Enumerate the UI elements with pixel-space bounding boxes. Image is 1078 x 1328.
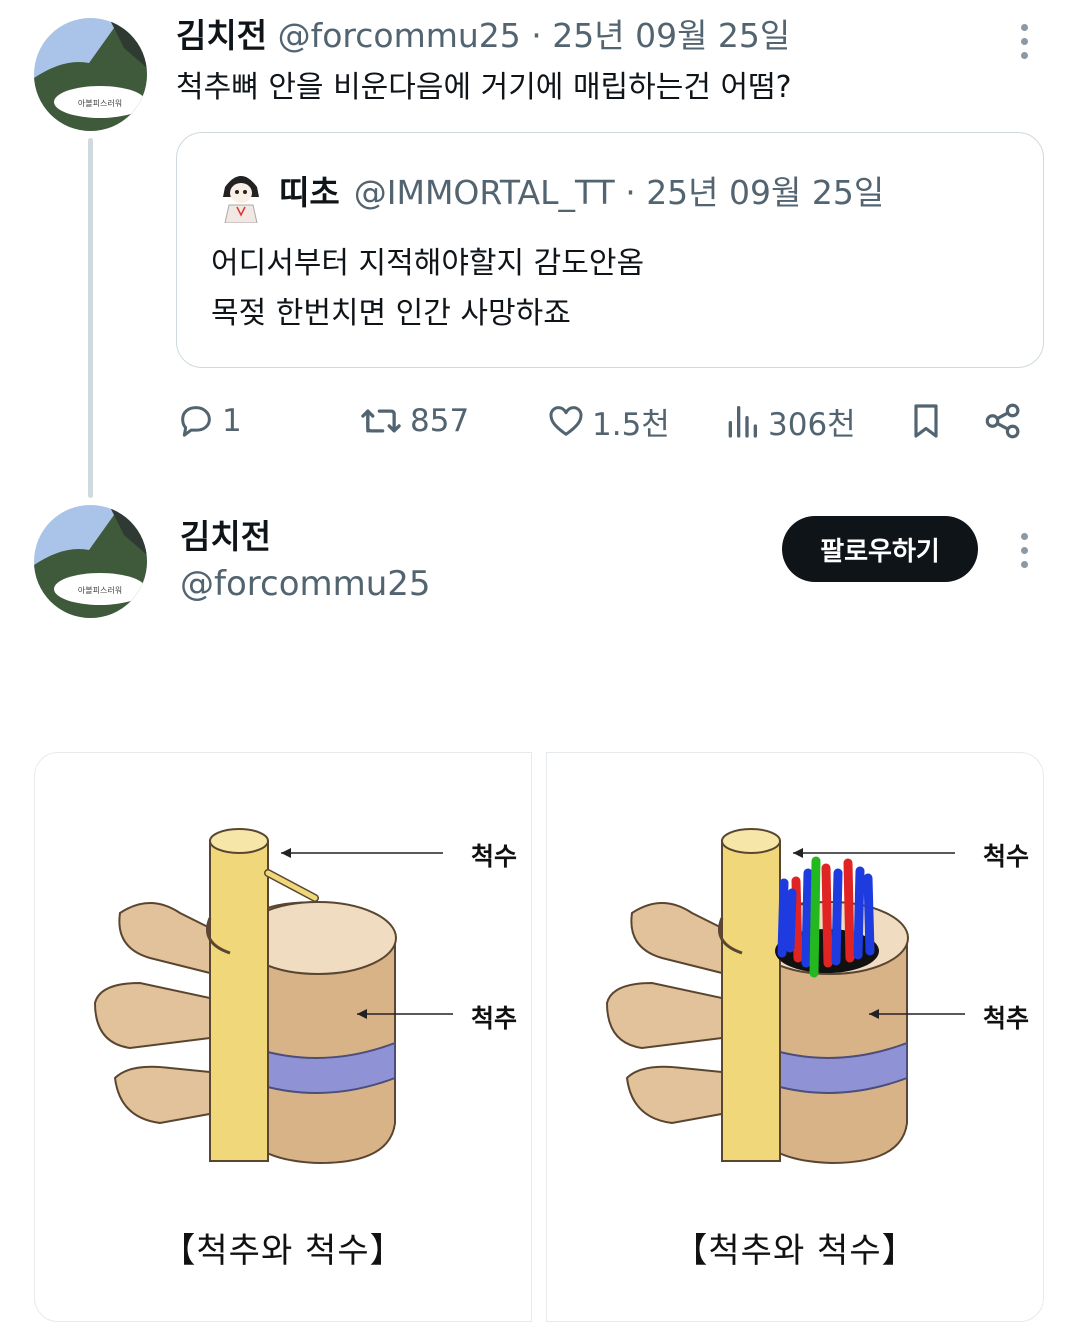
action-bar: 1 857 1.5천 306천 [0, 398, 1078, 444]
like-button[interactable]: 1.5천 [546, 398, 670, 444]
quoted-text: 어디서부터 지적해야할지 감도안옴 목젖 한번치면 인간 사망하죠 [211, 239, 644, 339]
media-image-right[interactable]: 척수 척추 【척추와 척수】 [546, 752, 1044, 1322]
tweet-text: 척추뼈 안을 비운다음에 거기에 매립하는건 어떰? [176, 70, 792, 105]
quoted-line: 목젖 한번치면 인간 사망하죠 [211, 296, 571, 331]
retweet-button[interactable]: 857 [358, 398, 469, 444]
profile-name[interactable]: 김치전 [180, 515, 271, 559]
follow-button[interactable]: 팔로우하기 [782, 516, 978, 582]
tweet-header: 김치전 @forcommu25 · 25년 09월 25일 [176, 14, 790, 58]
view-count: 306천 [768, 406, 856, 443]
author-name[interactable]: 김치전 [176, 16, 267, 55]
like-count: 1.5천 [592, 406, 670, 443]
share-icon [985, 403, 1020, 439]
views-button[interactable]: 306천 [722, 398, 856, 444]
reply-button[interactable]: 1 [176, 398, 242, 444]
tweet-date[interactable]: · 25년 09월 25일 [521, 16, 790, 55]
avatar-badge: 아볼피스러워 [78, 585, 122, 595]
quoted-avatar [217, 167, 265, 224]
media-image-left[interactable]: 척수 척추 【척추와 척수】 [34, 752, 532, 1322]
label-spinal-cord: 척수 [471, 842, 518, 871]
bookmark-button[interactable] [906, 398, 946, 444]
profile-handle[interactable]: @forcommu25 [180, 562, 431, 606]
share-button[interactable] [982, 398, 1024, 444]
avatar[interactable]: 아볼피스러워 [34, 18, 147, 131]
views-icon [728, 406, 757, 438]
label-spinal-cord: 척수 [983, 842, 1030, 871]
reply-count: 1 [222, 403, 242, 439]
quoted-date[interactable]: · 25년 09월 25일 [615, 173, 884, 212]
quoted-line: 어디서부터 지적해야할지 감도안옴 [211, 246, 645, 281]
bookmark-icon [914, 404, 938, 438]
author-handle[interactable]: @forcommu25 [278, 16, 521, 55]
label-spine: 척추 [471, 1004, 518, 1033]
retweet-count: 857 [410, 403, 470, 439]
quoted-author-name[interactable]: 띠초 [279, 173, 340, 212]
more-icon[interactable] [1019, 24, 1029, 59]
avatar-badge: 아볼피스러워 [78, 98, 122, 108]
retweet-icon [361, 409, 401, 433]
figure-caption: 【척추와 척수】 [161, 1231, 405, 1271]
figure-caption: 【척추와 척수】 [673, 1231, 917, 1271]
quoted-author-handle[interactable]: @IMMORTAL_TT [354, 173, 615, 212]
quoted-tweet[interactable]: 띠초 @IMMORTAL_TT · 25년 09월 25일 어디서부터 지적해야할… [176, 132, 1044, 368]
like-icon [549, 406, 583, 436]
quoted-header: 띠초 @IMMORTAL_TT · 25년 09월 25일 [279, 171, 884, 215]
profile-avatar[interactable]: 아볼피스러워 [34, 505, 147, 618]
thread-line [88, 138, 93, 498]
more-icon[interactable] [1019, 533, 1029, 568]
label-spine: 척추 [983, 1004, 1030, 1033]
reply-icon [181, 406, 211, 437]
